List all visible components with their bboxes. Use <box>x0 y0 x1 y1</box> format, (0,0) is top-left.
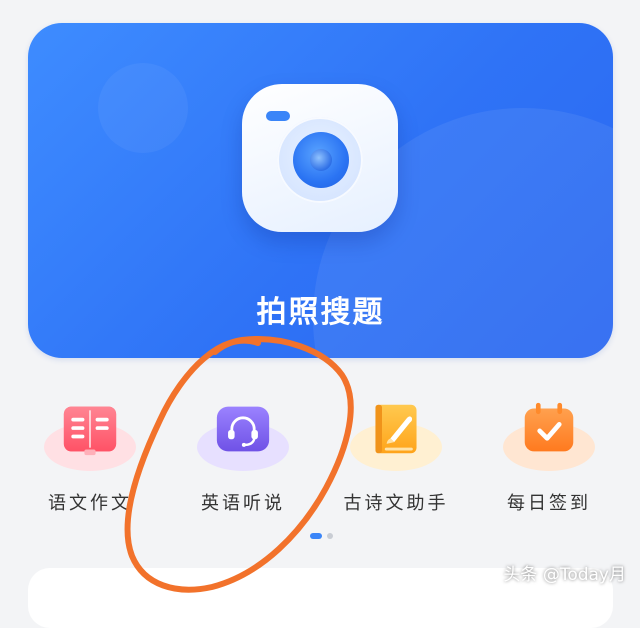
watermark: 头条 @Today月 <box>503 565 626 585</box>
hand-drawn-circle-annotation <box>124 336 354 593</box>
